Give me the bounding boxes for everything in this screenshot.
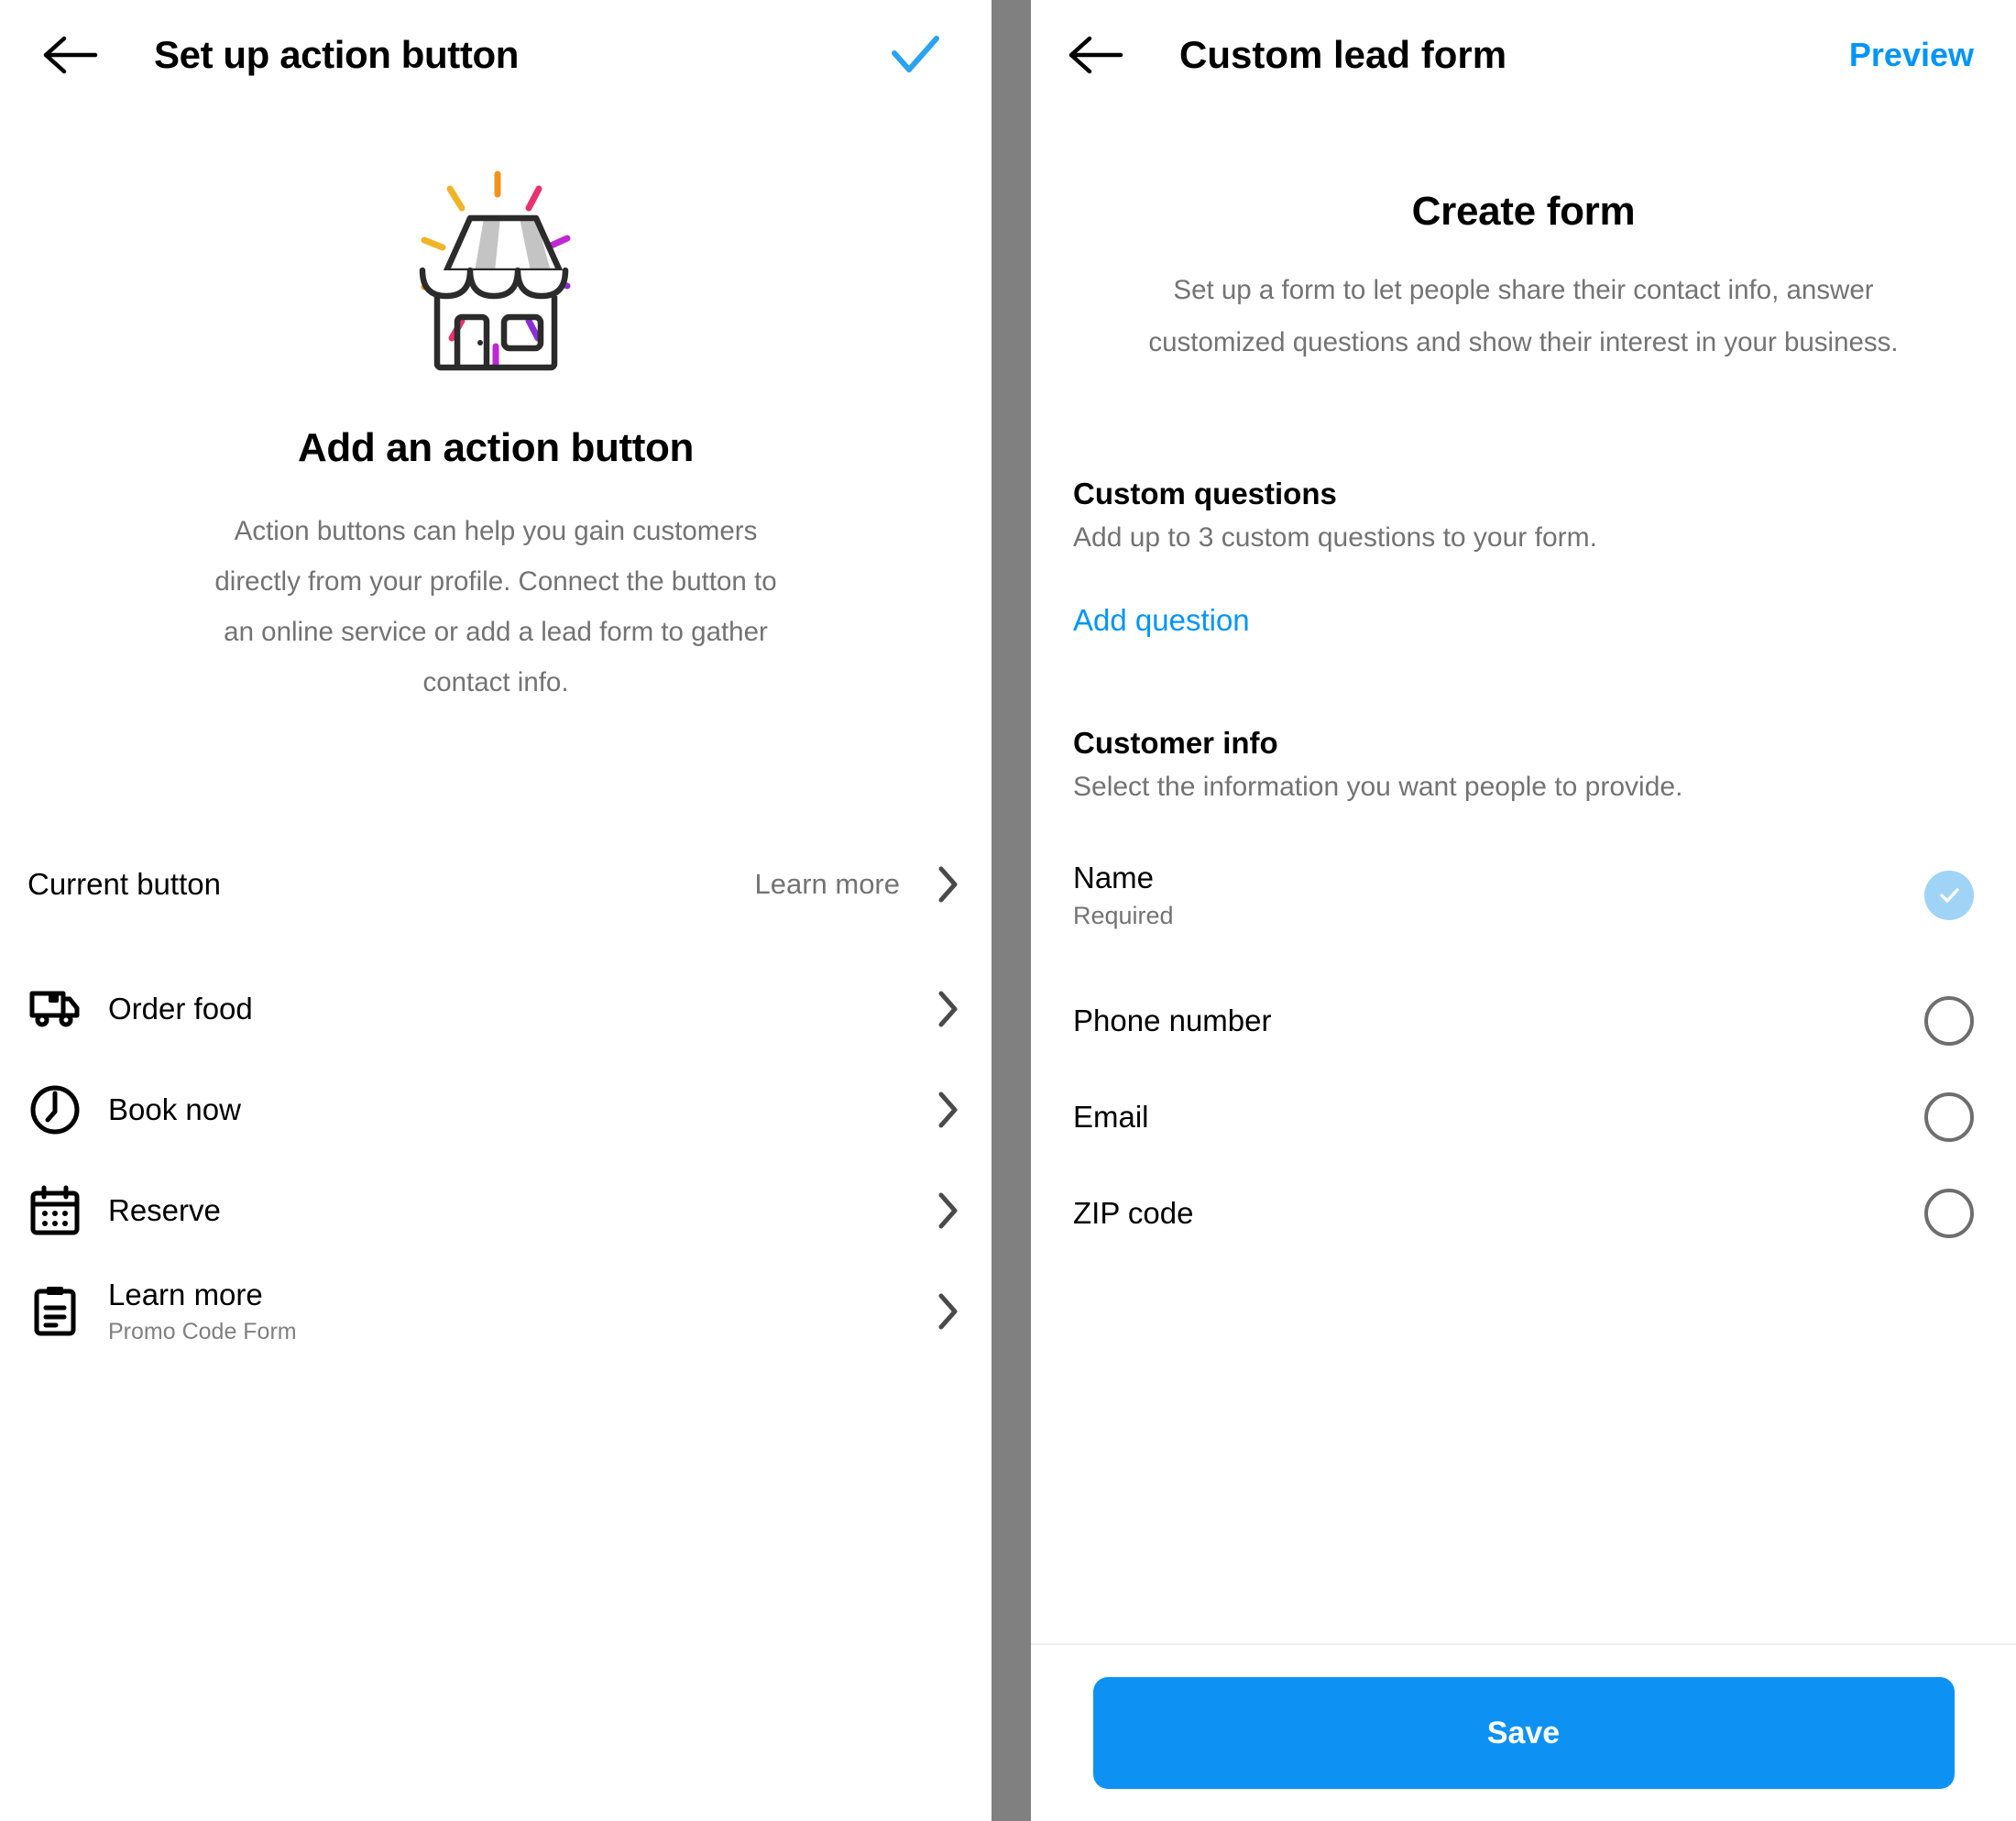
- action-item-label: Book now: [108, 1092, 241, 1127]
- customer-info-row-zip-code[interactable]: ZIP code: [1031, 1165, 2016, 1261]
- page-title: Set up action button: [154, 33, 519, 76]
- calendar-icon: [30, 1185, 80, 1235]
- chevron-right-icon: [938, 1092, 958, 1128]
- back-arrow-icon[interactable]: [1068, 35, 1124, 75]
- checkbox-name-checked[interactable]: [1924, 870, 1974, 920]
- storefront-illustration: [419, 170, 571, 371]
- action-item-text: Book now: [108, 1092, 937, 1127]
- page-title: Custom lead form: [1179, 33, 1507, 76]
- create-form-heading: Create form: [1411, 189, 1636, 234]
- action-item-text: Learn more Promo Code Form: [108, 1278, 937, 1346]
- chevron-right-icon: [938, 866, 958, 903]
- customer-info-row-name[interactable]: Name Required: [1031, 847, 2016, 943]
- action-item-label: Reserve: [108, 1193, 221, 1228]
- right-panel-header: Custom lead form Preview: [1031, 0, 2016, 110]
- checkbox-email-unchecked[interactable]: [1924, 1092, 1974, 1142]
- field-label: Email: [1073, 1099, 1149, 1134]
- customer-info-row-phone-number[interactable]: Phone number: [1031, 972, 2016, 1069]
- save-button[interactable]: Save: [1092, 1677, 1955, 1789]
- action-item-sublabel: Promo Code Form: [108, 1319, 297, 1345]
- customer-info-row-text: Phone number: [1073, 1004, 1924, 1038]
- customer-info-row-text: Email: [1073, 1100, 1924, 1135]
- add-question-link[interactable]: Add question: [1073, 603, 1974, 638]
- current-button-value: Learn more: [754, 868, 900, 900]
- action-item-book-now[interactable]: Book now: [0, 1059, 992, 1160]
- chevron-right-icon: [938, 1192, 958, 1229]
- checkmark-icon[interactable]: [889, 35, 942, 75]
- customer-info-row-text: Name Required: [1073, 861, 1924, 930]
- action-item-text: Reserve: [108, 1193, 937, 1228]
- custom-questions-description: Add up to 3 custom questions to your for…: [1073, 522, 1597, 553]
- clipboard-icon: [34, 1287, 76, 1336]
- panel-divider: [992, 0, 1031, 1821]
- action-item-text: Order food: [108, 992, 937, 1026]
- customer-info-description: Select the information you want people t…: [1073, 772, 1683, 802]
- bottom-action-bar: Save: [1031, 1643, 2016, 1821]
- preview-button[interactable]: Preview: [1849, 36, 1974, 74]
- left-panel-set-up-action-button: Set up action button Add an action butto…: [0, 0, 992, 1821]
- customer-info-row-email[interactable]: Email: [1031, 1069, 2016, 1165]
- current-button-label: Current button: [27, 867, 221, 901]
- checkbox-zip-code-unchecked[interactable]: [1924, 1188, 1974, 1238]
- action-item-label: Order food: [108, 992, 253, 1026]
- chevron-right-icon: [938, 1293, 958, 1330]
- customer-info-title: Customer info: [1073, 726, 1278, 760]
- custom-questions-title: Custom questions: [1073, 477, 1337, 510]
- action-item-label: Learn more: [108, 1277, 263, 1311]
- field-label: ZIP code: [1073, 1195, 1194, 1230]
- create-form-description: Set up a form to let people share their …: [1148, 275, 1899, 357]
- current-button-row[interactable]: Current button Learn more: [0, 852, 992, 916]
- field-required-note: Required: [1073, 901, 1174, 929]
- custom-questions-section: Custom questions Add up to 3 custom ques…: [1031, 477, 2016, 638]
- action-item-order-food[interactable]: Order food: [0, 959, 992, 1059]
- action-button-list: Order food Book now Reserve Learn more P…: [0, 959, 992, 1362]
- illustration-container: [0, 167, 992, 378]
- checkmark-icon: [1940, 887, 1959, 903]
- customer-info-row-text: ZIP code: [1073, 1196, 1924, 1231]
- field-label: Name: [1073, 860, 1155, 894]
- back-arrow-icon[interactable]: [42, 35, 99, 75]
- action-item-learn-more[interactable]: Learn more Promo Code Form: [0, 1261, 992, 1362]
- action-item-reserve[interactable]: Reserve: [0, 1160, 992, 1261]
- left-panel-description: Action buttons can help you gain custome…: [214, 516, 777, 697]
- chevron-right-icon: [938, 991, 958, 1027]
- dual-panel-screenshot: Set up action button Add an action butto…: [0, 0, 2016, 1821]
- checkbox-phone-number-unchecked[interactable]: [1924, 995, 1974, 1046]
- left-panel-header: Set up action button: [0, 0, 992, 110]
- customer-info-section: Customer info Select the information you…: [1031, 726, 2016, 803]
- customer-info-field-list: Name Required Phone number Email ZIP cod…: [1031, 847, 2016, 1261]
- left-panel-heading: Add an action button: [298, 425, 694, 470]
- right-panel-custom-lead-form: Custom lead form Preview Create form Set…: [1031, 0, 2016, 1821]
- field-label: Phone number: [1073, 1003, 1272, 1037]
- delivery-truck-icon: [29, 991, 80, 1027]
- clock-icon: [30, 1085, 80, 1135]
